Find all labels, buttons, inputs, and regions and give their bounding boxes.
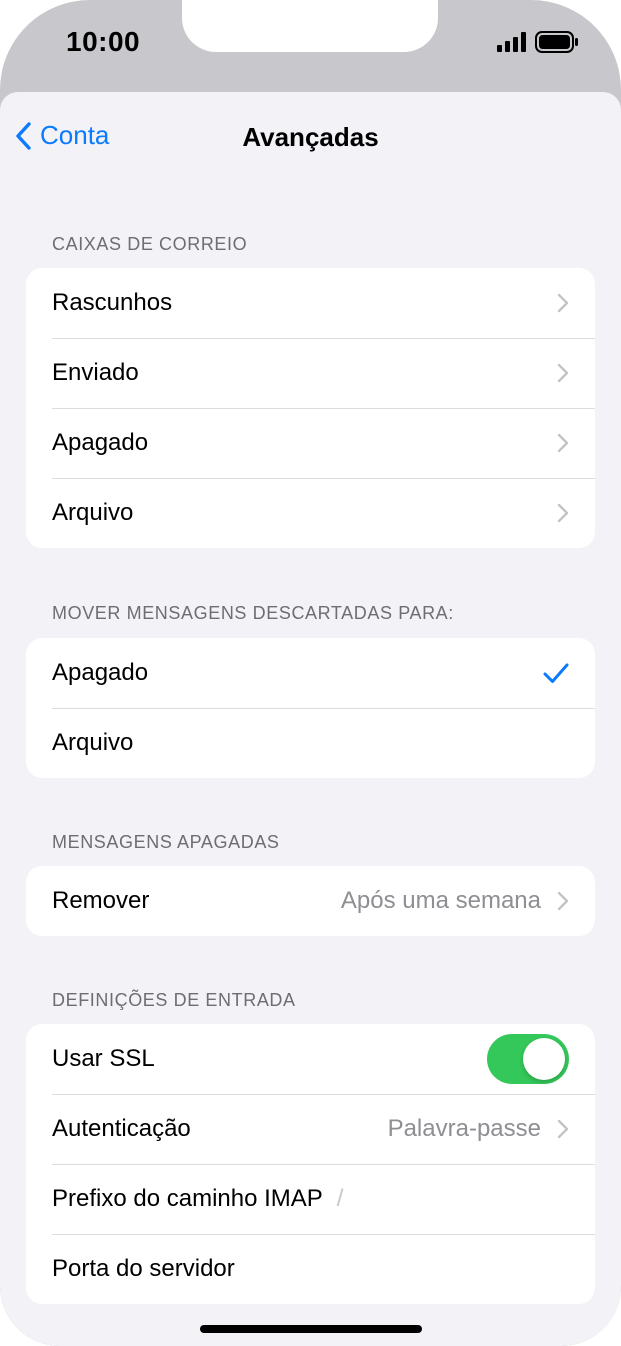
signal-icon: [497, 32, 526, 52]
row-label: Rascunhos: [52, 289, 173, 316]
section-header-move-discarded: MOVER MENSAGENS DESCARTADAS PARA:: [52, 603, 454, 623]
battery-icon: [535, 31, 578, 53]
remove-value: Após uma semana: [340, 887, 541, 914]
row-label: Apagado: [52, 429, 149, 456]
mailbox-row-deleted[interactable]: Apagado: [26, 408, 595, 478]
row-label: Apagado: [52, 659, 149, 686]
home-indicator: [200, 1325, 422, 1333]
chevron-right-icon: [557, 503, 569, 523]
notch: [182, 0, 438, 52]
status-time: 10:00: [66, 26, 141, 57]
mailboxes-group: Rascunhos Enviado Apagado Arquivo: [26, 268, 595, 548]
remove-row[interactable]: Remover Após uma semana: [26, 866, 595, 936]
section-header-deleted-messages: MENSAGENS APAGADAS: [52, 832, 280, 852]
authentication-value: Palavra-passe: [387, 1115, 541, 1142]
section-header-incoming-settings: DEFINIÇÕES DE ENTRADA: [52, 990, 296, 1010]
move-discarded-group: Apagado Arquivo: [26, 638, 595, 778]
status-icons: [497, 30, 579, 54]
discard-option-deleted[interactable]: Apagado: [26, 638, 595, 708]
ssl-toggle[interactable]: [487, 1034, 569, 1084]
device-frame: 10:00 Conta Avançadas CAIXAS DE CORREIO …: [0, 0, 621, 1346]
use-ssl-row: Usar SSL: [26, 1024, 595, 1094]
chevron-right-icon: [557, 1119, 569, 1139]
row-label: Enviado: [52, 359, 139, 386]
imap-prefix-row[interactable]: Prefixo do caminho IMAP /: [26, 1164, 595, 1234]
mailbox-row-sent[interactable]: Enviado: [26, 338, 595, 408]
chevron-right-icon: [557, 293, 569, 313]
server-port-row[interactable]: Porta do servidor: [26, 1234, 595, 1304]
row-label: Autenticação: [52, 1115, 191, 1142]
mailbox-row-drafts[interactable]: Rascunhos: [26, 268, 595, 338]
incoming-settings-group: Usar SSL Autenticação Palavra-passe Pref…: [26, 1024, 595, 1304]
row-label: Usar SSL: [52, 1045, 155, 1072]
chevron-right-icon: [557, 891, 569, 911]
row-label: Remover: [52, 887, 150, 914]
toggle-knob: [523, 1038, 565, 1080]
chevron-right-icon: [557, 363, 569, 383]
deleted-messages-group: Remover Após uma semana: [26, 866, 595, 936]
row-label: Arquivo: [52, 729, 134, 756]
imap-prefix-input[interactable]: /: [337, 1185, 344, 1213]
row-label: Porta do servidor: [52, 1255, 235, 1282]
chevron-right-icon: [557, 433, 569, 453]
authentication-row[interactable]: Autenticação Palavra-passe: [26, 1094, 595, 1164]
discard-option-archive[interactable]: Arquivo: [26, 708, 595, 778]
row-label: Prefixo do caminho IMAP: [52, 1185, 323, 1212]
settings-screen: Conta Avançadas CAIXAS DE CORREIO Rascun…: [0, 92, 621, 1346]
mailbox-row-archive[interactable]: Arquivo: [26, 478, 595, 548]
page-title: Avançadas: [242, 122, 379, 152]
section-header-mailboxes: CAIXAS DE CORREIO: [52, 234, 248, 254]
row-label: Arquivo: [52, 499, 134, 526]
checkmark-icon: [543, 663, 569, 683]
